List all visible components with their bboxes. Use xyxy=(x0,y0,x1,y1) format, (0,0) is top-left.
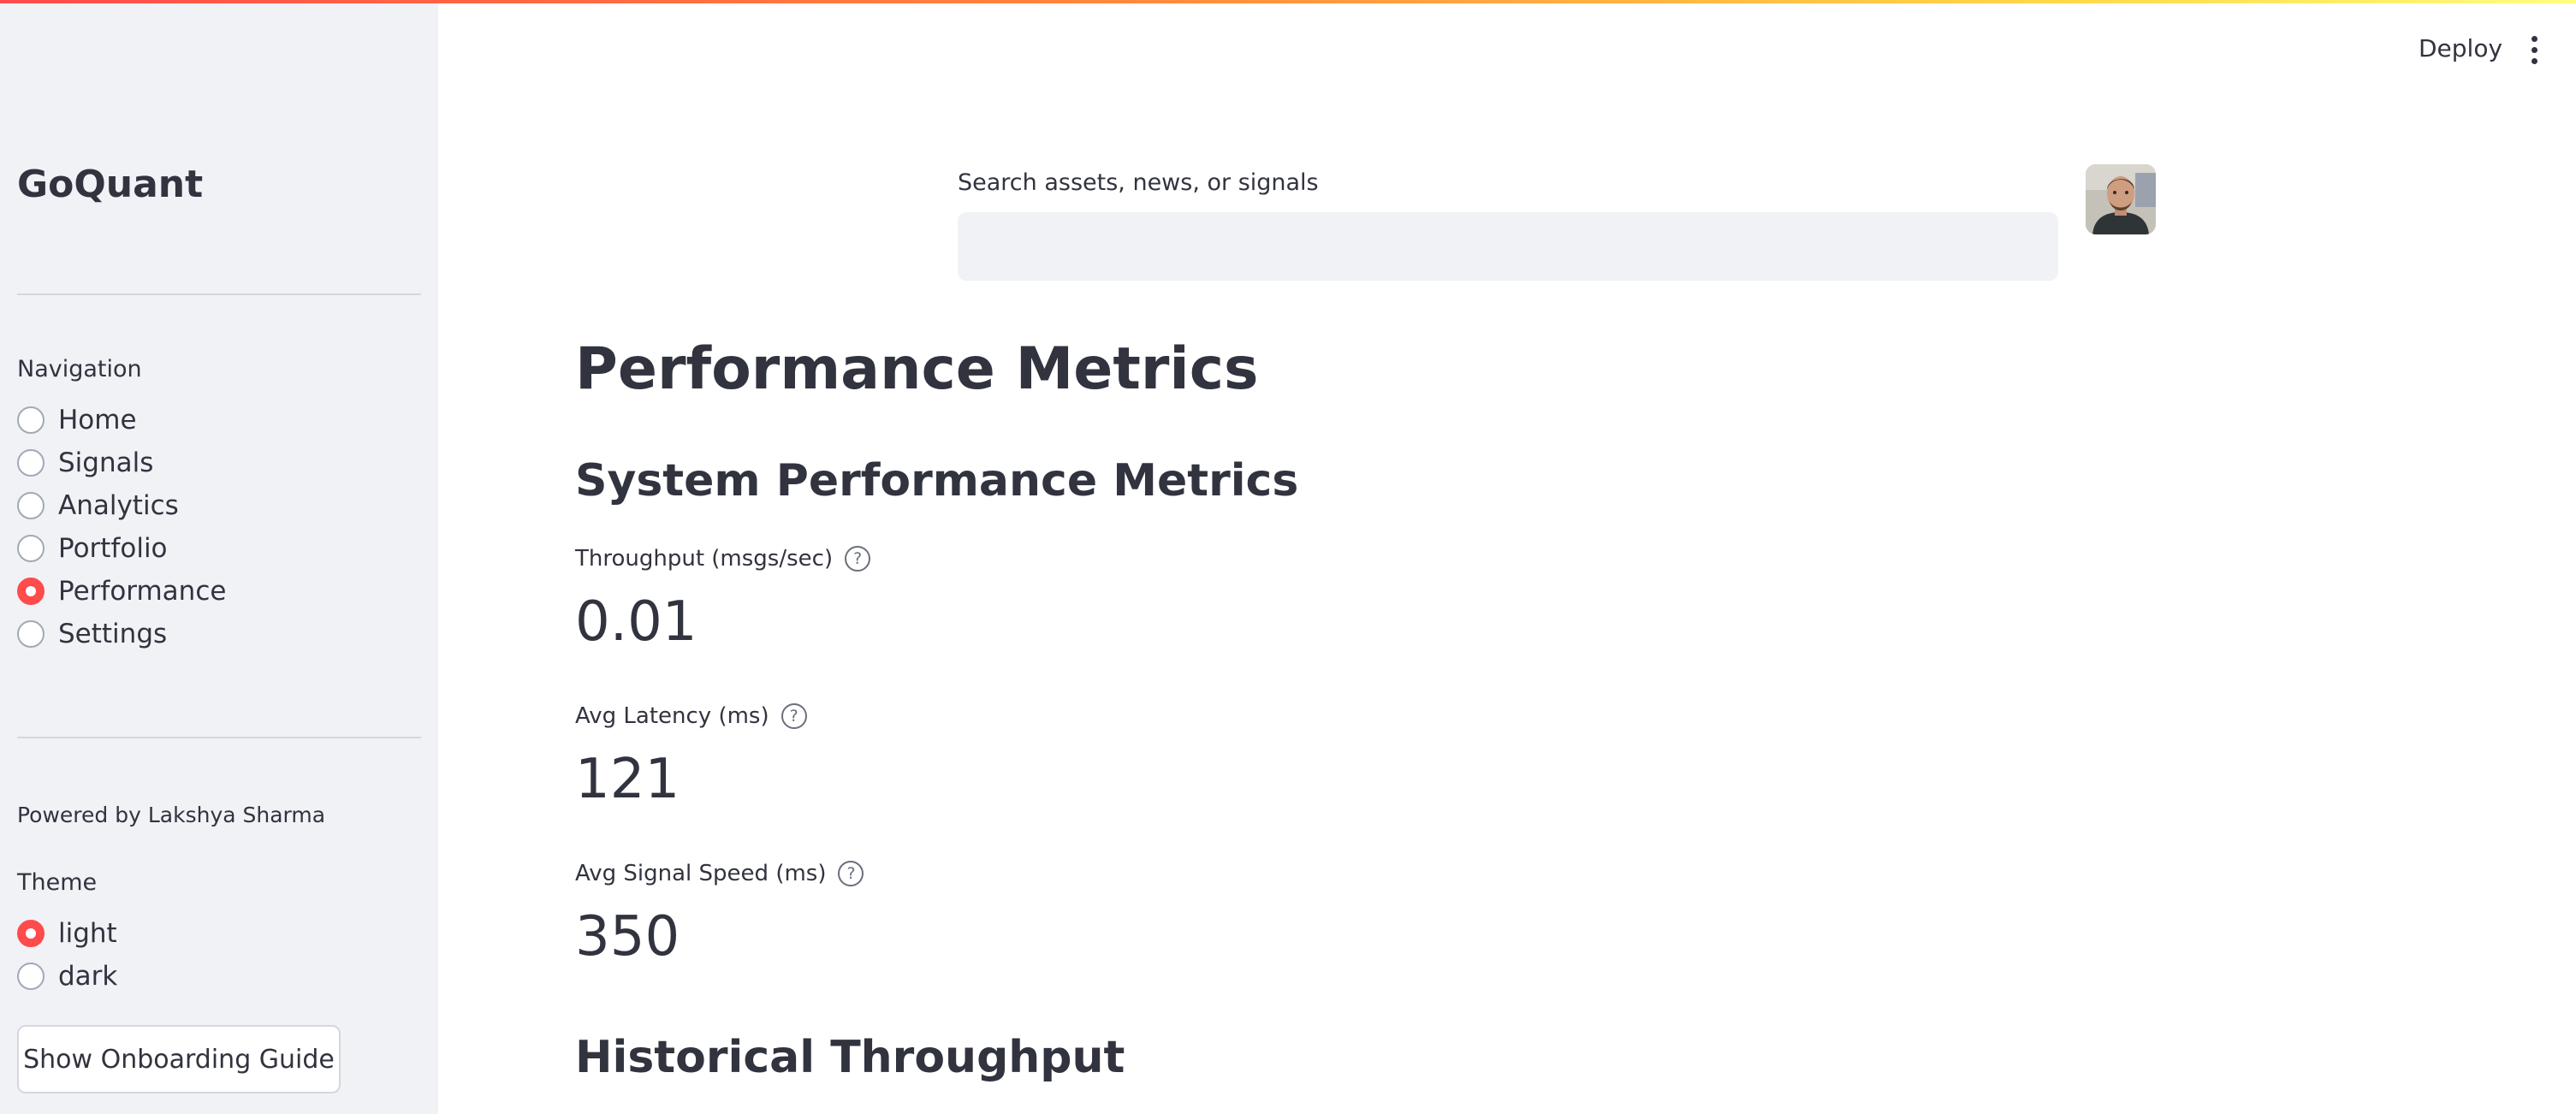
help-icon[interactable]: ? xyxy=(781,703,807,729)
sidebar: GoQuant Navigation Home Signals Analytic… xyxy=(0,0,438,1114)
nav-item-performance[interactable]: Performance xyxy=(17,570,226,613)
user-avatar[interactable] xyxy=(2086,164,2156,234)
kebab-menu-icon[interactable] xyxy=(2521,31,2547,68)
metric-value-signal-speed: 350 xyxy=(575,905,680,969)
theme-label: Theme xyxy=(17,869,98,896)
top-decoration-bar xyxy=(0,0,2576,3)
sidebar-divider xyxy=(17,737,421,738)
help-icon[interactable]: ? xyxy=(838,861,864,886)
page-title: Performance Metrics xyxy=(575,335,1259,403)
help-icon[interactable]: ? xyxy=(845,546,871,572)
navigation-radio-group: Home Signals Analytics Portfolio Perform… xyxy=(17,399,226,655)
radio-button[interactable] xyxy=(17,535,45,562)
sidebar-divider xyxy=(17,293,421,295)
system-performance-heading: System Performance Metrics xyxy=(575,455,1299,507)
radio-button[interactable] xyxy=(17,492,45,519)
nav-item-label: Portfolio xyxy=(58,533,168,564)
show-onboarding-guide-button[interactable]: Show Onboarding Guide xyxy=(17,1025,341,1093)
theme-option-dark[interactable]: dark xyxy=(17,955,117,998)
avatar-portrait-icon xyxy=(2086,164,2156,234)
radio-button[interactable] xyxy=(17,963,45,990)
radio-button[interactable] xyxy=(17,449,45,477)
nav-item-portfolio[interactable]: Portfolio xyxy=(17,527,226,570)
navigation-label: Navigation xyxy=(17,356,142,382)
radio-button-selected[interactable] xyxy=(17,920,45,947)
metric-label-text: Avg Latency (ms) xyxy=(575,703,769,729)
metric-label-signal-speed: Avg Signal Speed (ms) ? xyxy=(575,861,864,886)
metric-label-latency: Avg Latency (ms) ? xyxy=(575,703,807,729)
metric-value-latency: 121 xyxy=(575,748,680,811)
nav-item-home[interactable]: Home xyxy=(17,399,226,441)
nav-item-label: Signals xyxy=(58,447,154,478)
app-brand: GoQuant xyxy=(17,163,204,206)
metric-label-throughput: Throughput (msgs/sec) ? xyxy=(575,546,871,572)
theme-radio-group: light dark xyxy=(17,912,117,998)
metric-label-text: Avg Signal Speed (ms) xyxy=(575,861,827,886)
nav-item-analytics[interactable]: Analytics xyxy=(17,484,226,527)
theme-option-label: dark xyxy=(58,961,118,992)
nav-item-label: Settings xyxy=(58,619,168,649)
search-input[interactable] xyxy=(958,212,2058,281)
historical-throughput-heading: Historical Throughput xyxy=(575,1032,1125,1083)
theme-option-label: light xyxy=(58,918,117,949)
nav-item-label: Home xyxy=(58,405,137,436)
radio-button[interactable] xyxy=(17,620,45,648)
search-label: Search assets, news, or signals xyxy=(958,169,1319,196)
nav-item-label: Performance xyxy=(58,576,227,607)
powered-by-text: Powered by Lakshya Sharma xyxy=(17,803,326,827)
deploy-button[interactable]: Deploy xyxy=(2419,34,2502,62)
radio-button[interactable] xyxy=(17,406,45,434)
theme-option-light[interactable]: light xyxy=(17,912,117,955)
radio-button-selected[interactable] xyxy=(17,578,45,605)
metric-label-text: Throughput (msgs/sec) xyxy=(575,546,834,572)
metric-value-throughput: 0.01 xyxy=(575,590,697,654)
nav-item-settings[interactable]: Settings xyxy=(17,613,226,655)
nav-item-label: Analytics xyxy=(58,490,179,521)
nav-item-signals[interactable]: Signals xyxy=(17,441,226,484)
